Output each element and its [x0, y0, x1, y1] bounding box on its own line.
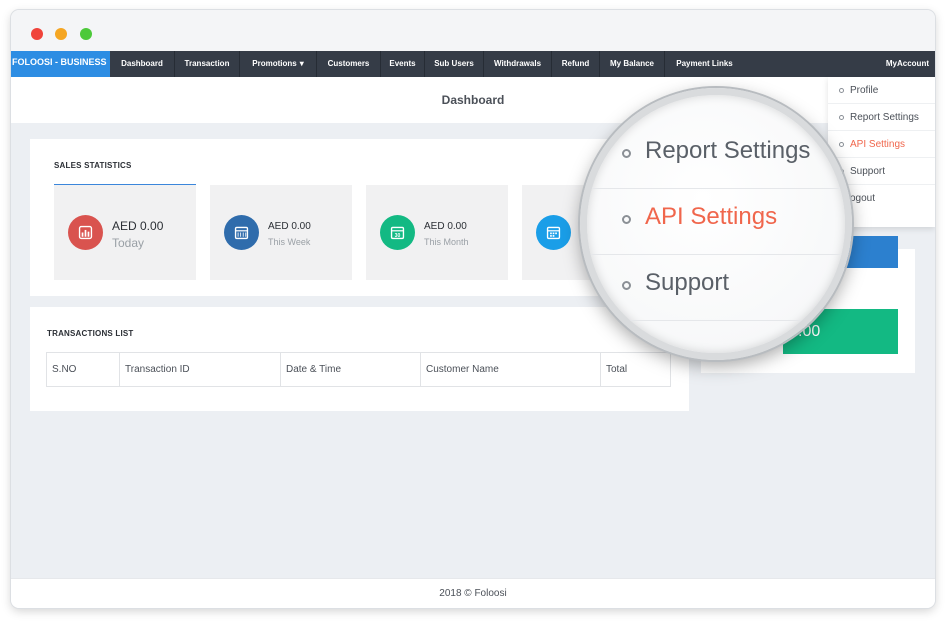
nav-my-account[interactable]: MyAccount [886, 51, 929, 77]
column-header-customer-name[interactable]: Customer Name [421, 353, 601, 386]
column-header-total[interactable]: Total [601, 353, 670, 386]
dropdown-item-label: Support [850, 166, 886, 177]
close-window-button[interactable] [31, 28, 43, 40]
nav-refund[interactable]: Refund [552, 51, 600, 77]
dropdown-item-label: Profile [850, 85, 879, 96]
stat-this-month-label: This Month [424, 237, 469, 247]
stat-today-value: AED 0.00 [112, 219, 164, 233]
nav-customers[interactable]: Customers [317, 51, 381, 77]
bar-chart-icon [68, 215, 103, 250]
nav-promotions[interactable]: Promotions ▾ [240, 51, 317, 77]
dropdown-item-label: API Settings [850, 139, 906, 150]
nav-promotions-label: Promotions [252, 59, 297, 68]
calendar-week-icon [224, 215, 259, 250]
sales-statistics-title: SALES STATISTICS [54, 161, 132, 170]
magnified-item-api-settings: API Settings [587, 189, 845, 255]
bullet-icon [622, 215, 631, 224]
dropdown-item-label: ogout [850, 193, 876, 204]
top-navbar: FOLOOSI - BUSINESS Dashboard Transaction… [11, 51, 935, 77]
column-header-sno[interactable]: S.NO [47, 353, 120, 386]
bullet-icon [622, 149, 631, 158]
dropdown-item-profile[interactable]: Profile [828, 77, 935, 104]
stat-this-week-label: This Week [268, 237, 311, 247]
title-bar [11, 10, 935, 51]
transactions-table: S.NO Transaction ID Date & Time Customer… [46, 352, 671, 387]
nav-transaction[interactable]: Transaction [175, 51, 240, 77]
svg-text:30: 30 [395, 233, 401, 239]
page-title: Dashboard [441, 93, 505, 107]
stat-this-week[interactable]: AED 0.00 This Week [210, 185, 352, 280]
transactions-list-title: TRANSACTIONS LIST [47, 329, 134, 338]
bullet-icon [839, 115, 844, 120]
calendar-icon [536, 215, 571, 250]
stat-this-month[interactable]: 30 AED 0.00 This Month [366, 185, 508, 280]
stat-today[interactable]: AED 0.00 Today [54, 185, 196, 280]
minimize-window-button[interactable] [55, 28, 67, 40]
nav-withdrawals[interactable]: Withdrawals [484, 51, 552, 77]
column-header-date-time[interactable]: Date & Time [281, 353, 421, 386]
bullet-icon [622, 281, 631, 290]
stat-today-label: Today [112, 236, 145, 250]
magnified-label: API Settings [645, 203, 778, 230]
column-header-transaction-id[interactable]: Transaction ID [120, 353, 281, 386]
maximize-window-button[interactable] [80, 28, 92, 40]
magnified-item-report-settings: Report Settings [587, 123, 845, 189]
magnified-label: Report Settings [645, 137, 811, 164]
chevron-down-icon: ▾ [299, 59, 304, 68]
brand-logo[interactable]: FOLOOSI - BUSINESS [11, 51, 110, 77]
page-footer: 2018 © Foloosi [11, 578, 935, 608]
magnified-label: Support [645, 269, 730, 296]
stat-this-week-value: AED 0.00 [268, 221, 311, 232]
nav-sub-users[interactable]: Sub Users [425, 51, 484, 77]
dropdown-item-label: Report Settings [850, 112, 919, 123]
calendar-30-icon: 30 [380, 215, 415, 250]
magnified-item-support: Support [587, 255, 845, 321]
nav-dashboard[interactable]: Dashboard [110, 51, 175, 77]
nav-payment-links[interactable]: Payment Links [665, 51, 744, 77]
nav-events[interactable]: Events [381, 51, 425, 77]
bullet-icon [839, 88, 844, 93]
transactions-list-card: TRANSACTIONS LIST S.NO Transaction ID Da… [30, 307, 689, 411]
nav-my-balance[interactable]: My Balance [600, 51, 665, 77]
magnifier-lens: Report Settings API Settings Support [580, 88, 852, 360]
stat-this-month-value: AED 0.00 [424, 221, 467, 232]
